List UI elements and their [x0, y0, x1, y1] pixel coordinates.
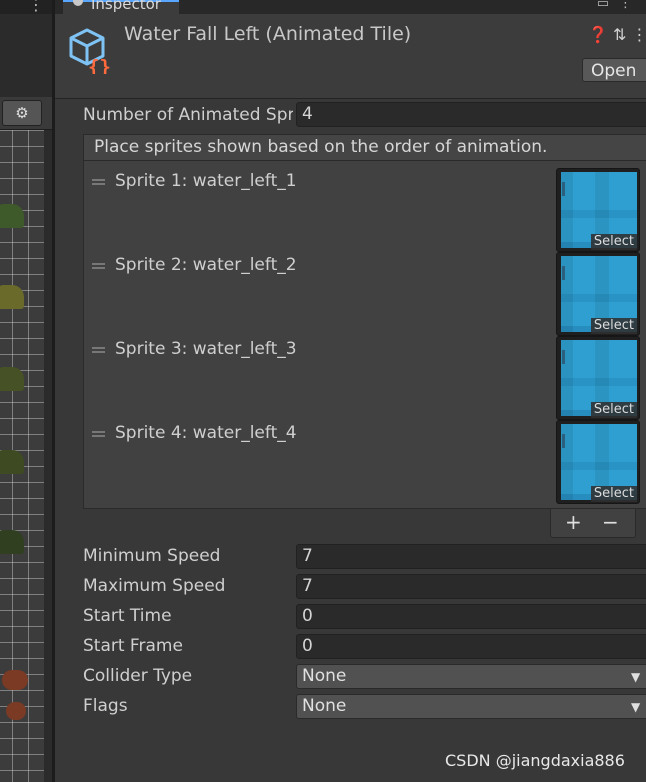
sprite-2-select-button[interactable]: Select: [590, 318, 637, 334]
min-speed-input[interactable]: 7: [296, 544, 646, 569]
sprite-2-field[interactable]: Select: [556, 252, 640, 336]
grass-tile[interactable]: [0, 367, 24, 391]
presets-icon[interactable]: ⇅: [613, 25, 626, 44]
info-icon: [73, 0, 83, 6]
grass-tile[interactable]: [0, 204, 24, 228]
animated-tile-icon: {}: [69, 28, 111, 74]
more-options-icon[interactable]: ⋮: [632, 25, 646, 44]
sprite-4-select-button[interactable]: Select: [590, 486, 637, 502]
start-time-input[interactable]: 0: [296, 604, 646, 629]
grass-tile[interactable]: [0, 285, 24, 309]
asset-title: Water Fall Left (Animated Tile): [124, 23, 412, 45]
drag-handle-icon[interactable]: [92, 263, 105, 269]
flags-dropdown[interactable]: None ▼: [296, 694, 646, 719]
tab-bar: Inspector ▭⋮: [55, 0, 646, 14]
start-frame-input[interactable]: 0: [296, 634, 646, 659]
open-button[interactable]: Open: [582, 58, 646, 82]
drag-handle-icon[interactable]: [92, 347, 105, 353]
grass-tile[interactable]: [0, 450, 24, 474]
flags-label: Flags: [83, 696, 128, 716]
sprite-3-select-button[interactable]: Select: [590, 402, 637, 418]
sprite-3-field[interactable]: Select: [556, 336, 640, 420]
panel-divider[interactable]: [52, 0, 55, 782]
more-options-icon[interactable]: ⋮: [28, 0, 44, 13]
tab-inspector-label: Inspector: [91, 0, 161, 13]
collider-type-value: None: [302, 666, 347, 686]
palette-toolbar: ⚙: [0, 97, 52, 130]
left-panel-header: ⋮: [0, 0, 52, 14]
start-frame-label: Start Frame: [83, 636, 183, 656]
collider-type-dropdown[interactable]: None ▼: [296, 664, 646, 689]
svg-text:{}: {}: [88, 56, 111, 74]
watermark: CSDN @jiangdaxia886: [445, 751, 625, 770]
add-sprite-button[interactable]: +: [565, 510, 582, 534]
tab-inspector[interactable]: Inspector: [63, 0, 179, 14]
help-icon[interactable]: ❓: [588, 25, 608, 44]
settings-gear-icon[interactable]: ⚙: [2, 100, 42, 126]
tile-grid[interactable]: [0, 130, 44, 782]
sprite-3-label: Sprite 3: water_left_3: [115, 339, 297, 359]
header-icons: ❓ ⇅ ⋮: [588, 25, 646, 44]
sprite-list-header: Place sprites shown based on the order o…: [83, 134, 646, 161]
collider-type-label: Collider Type: [83, 666, 193, 686]
inspector-header: {} Water Fall Left (Animated Tile) ❓ ⇅ ⋮…: [55, 14, 646, 99]
start-time-label: Start Time: [83, 606, 172, 626]
rock-tile[interactable]: [6, 702, 26, 720]
tab-menu-icons[interactable]: ▭⋮: [597, 0, 642, 11]
tile-palette-panel: ⋮ ⚙: [0, 0, 52, 782]
sprite-1-label: Sprite 1: water_left_1: [115, 171, 297, 191]
remove-sprite-button[interactable]: −: [602, 510, 619, 534]
sprite-4-label: Sprite 4: water_left_4: [115, 423, 297, 443]
dropdown-arrow-icon: ▼: [631, 670, 641, 684]
sprite-2-label: Sprite 2: water_left_2: [115, 255, 297, 275]
list-footer: + −: [550, 509, 636, 538]
dropdown-arrow-icon: ▼: [631, 700, 641, 714]
rock-tile[interactable]: [2, 670, 28, 690]
max-speed-input[interactable]: 7: [296, 574, 646, 599]
grass-tile[interactable]: [0, 530, 24, 554]
num-sprites-input[interactable]: 4: [296, 102, 646, 127]
flags-value: None: [302, 696, 347, 716]
drag-handle-icon[interactable]: [92, 431, 105, 437]
sprite-1-field[interactable]: Select: [556, 168, 640, 252]
max-speed-label: Maximum Speed: [83, 576, 226, 596]
num-sprites-label: Number of Animated Spr: [83, 105, 293, 125]
drag-handle-icon[interactable]: [92, 179, 105, 185]
sprite-1-select-button[interactable]: Select: [590, 234, 637, 250]
min-speed-label: Minimum Speed: [83, 546, 221, 566]
sprite-4-field[interactable]: Select: [556, 420, 640, 504]
